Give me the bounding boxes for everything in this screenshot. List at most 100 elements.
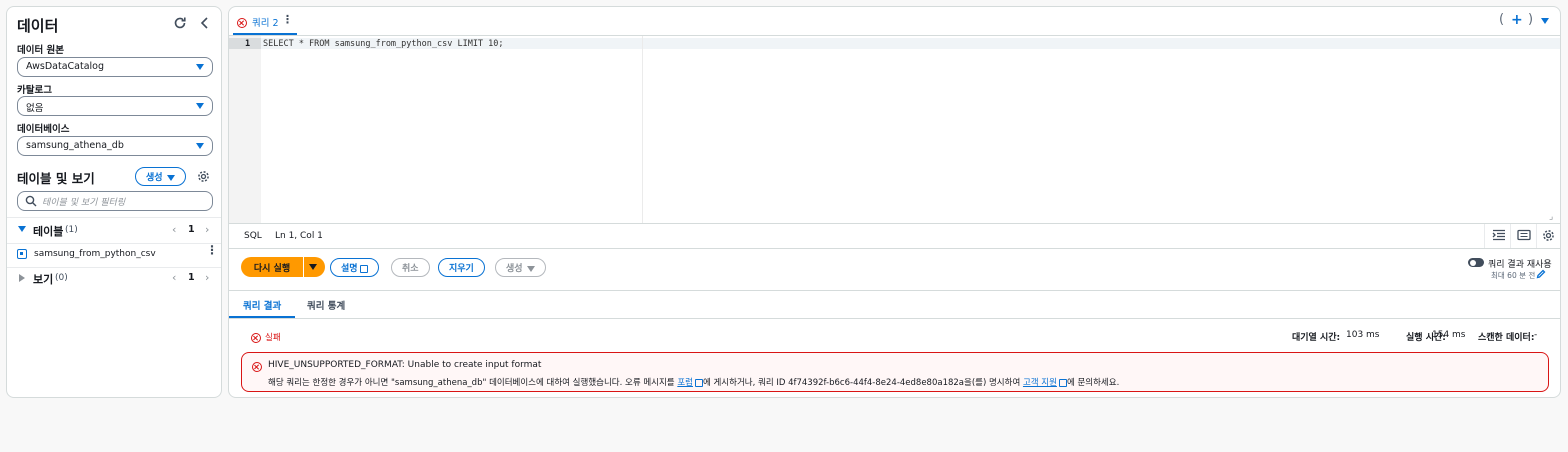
database-label: 데이터베이스 <box>17 124 70 135</box>
cancel-label: 취소 <box>402 264 419 274</box>
chevron-down-icon <box>196 103 204 109</box>
tables-label: 테이블 <box>33 225 64 238</box>
toggle-knob <box>1469 259 1476 266</box>
tab-query-stats[interactable]: 쿼리 통계 <box>295 291 361 318</box>
run-again-split-button: 다시 실행 <box>241 257 325 277</box>
divider <box>1510 224 1511 248</box>
error-icon <box>237 18 247 28</box>
clear-label: 지우기 <box>449 264 474 274</box>
tab-query-stats-label: 쿼리 통계 <box>307 301 346 312</box>
sql-text[interactable]: SELECT * FROM samsung_from_python_csv LI… <box>263 39 504 49</box>
line-number: 1 <box>245 39 251 49</box>
create-label: 생성 <box>146 173 163 183</box>
data-scanned-value: - <box>1534 330 1538 340</box>
cursor-position: Ln 1, Col 1 <box>275 231 323 241</box>
next-page-icon[interactable]: › <box>205 271 209 284</box>
create-dropdown-button[interactable]: 생성 <box>135 167 186 186</box>
refresh-icon[interactable] <box>173 16 187 30</box>
table-icon[interactable] <box>17 249 27 259</box>
editor-settings-icon[interactable] <box>1542 229 1555 242</box>
next-page-icon[interactable]: › <box>205 223 209 236</box>
caret-down-icon <box>526 265 535 272</box>
caret-right-icon <box>19 274 25 282</box>
error-icon <box>252 362 262 372</box>
resize-handle-icon[interactable]: ⌟ <box>1549 212 1553 222</box>
tab-query-results[interactable]: 쿼리 결과 <box>229 291 295 318</box>
add-tab-button[interactable]: + <box>1511 12 1523 28</box>
catalog-label: 카탈로그 <box>17 85 52 96</box>
data-panel: 데이터 데이터 원본 AwsDataCatalog 카탈로그 없음 데이터베이스… <box>6 6 222 398</box>
error-message-part2: 에 게시하거나, 쿼리 ID 4f74392f-b6c6-44f4-8e24-4… <box>702 378 1023 388</box>
divider <box>229 223 1560 224</box>
tables-section-header[interactable]: 테이블 (1) ‹ 1 › <box>7 220 221 240</box>
support-link[interactable]: 고객 지원 <box>1023 378 1057 388</box>
reuse-results-toggle[interactable] <box>1468 258 1484 267</box>
keyboard-icon[interactable] <box>1517 229 1531 241</box>
queue-time-value: 103 ms <box>1346 330 1380 340</box>
more-options-icon[interactable]: ⋮ <box>206 244 218 256</box>
tab-query-2[interactable]: 쿼리 2 ⋮ <box>229 7 297 35</box>
views-label: 보기 <box>33 273 54 286</box>
error-message: 해당 쿼리는 한정한 경우가 아니면 "samsung_athena_db" 데… <box>268 376 1119 388</box>
explain-label: 설명 <box>341 264 358 274</box>
tab-label: 쿼리 2 <box>252 18 279 29</box>
clear-button[interactable]: 지우기 <box>438 258 485 277</box>
split-divider <box>303 257 304 277</box>
format-query-icon[interactable] <box>1492 229 1506 241</box>
search-icon <box>25 195 37 207</box>
table-item[interactable]: samsung_from_python_csv ⋮ <box>7 244 221 265</box>
caret-down-icon <box>166 174 175 181</box>
external-link-icon <box>1058 378 1067 387</box>
collapse-panel-icon[interactable] <box>199 16 211 30</box>
create-button[interactable]: 생성 <box>495 258 546 277</box>
query-editor-panel: 쿼리 2 ⋮ ( + ) 1 SELECT * FROM samsung_fro… <box>228 6 1561 398</box>
database-select[interactable]: samsung_athena_db <box>17 136 213 156</box>
catalog-value: 없음 <box>26 103 44 114</box>
run-options-icon[interactable] <box>309 264 317 270</box>
error-icon <box>251 333 261 343</box>
divider <box>229 248 1560 249</box>
chevron-down-icon <box>196 143 204 149</box>
settings-icon[interactable] <box>197 170 210 183</box>
error-alert: HIVE_UNSUPPORTED_FORMAT: Unable to creat… <box>241 352 1549 392</box>
caret-down-icon <box>18 226 26 232</box>
tables-views-title: 테이블 및 보기 <box>17 171 95 186</box>
table-filter-input[interactable]: 테이블 및 보기 필터링 <box>17 191 213 211</box>
queue-time-label: 대기열 시간: <box>1292 333 1341 343</box>
error-message-part3: 에 문의하세요. <box>1066 378 1120 388</box>
error-message-part1: 해당 쿼리는 한정한 경우가 아니면 "samsung_athena_db" 데… <box>268 378 678 388</box>
reuse-results-sub: 최대 60 분 전 <box>1491 271 1536 280</box>
language-label: SQL <box>244 231 262 241</box>
chevron-down-icon <box>196 64 204 70</box>
prev-page-icon[interactable]: ‹ <box>172 223 176 236</box>
forum-link[interactable]: 포럼 <box>677 378 693 388</box>
divider <box>229 290 1560 291</box>
explain-button[interactable]: 설명 <box>330 258 379 277</box>
tabs-dropdown-icon[interactable] <box>1541 18 1549 24</box>
tab-menu-icon[interactable]: ⋮ <box>282 13 293 26</box>
run-again-button[interactable]: 다시 실행 <box>241 257 303 277</box>
table-icon-dot <box>20 252 23 255</box>
divider <box>7 243 221 244</box>
line-gutter <box>229 36 261 223</box>
sql-editor[interactable]: 1 SELECT * FROM samsung_from_python_csv … <box>229 36 1560 223</box>
print-margin <box>642 36 643 223</box>
tables-count: (1) <box>65 225 78 235</box>
error-title: HIVE_UNSUPPORTED_FORMAT: Unable to creat… <box>268 360 542 370</box>
data-scanned-label: 스캔한 데이터: <box>1478 333 1535 343</box>
divider <box>7 217 221 218</box>
views-page-number[interactable]: 1 <box>188 272 195 283</box>
edit-icon[interactable] <box>1536 269 1546 279</box>
views-count: (0) <box>55 273 68 283</box>
cancel-button[interactable]: 취소 <box>391 258 430 277</box>
views-section-header[interactable]: 보기 (0) ‹ 1 › <box>7 268 221 288</box>
prev-page-icon[interactable]: ‹ <box>172 271 176 284</box>
tables-page-number[interactable]: 1 <box>188 224 195 235</box>
data-source-select[interactable]: AwsDataCatalog <box>17 57 213 77</box>
create-action-label: 생성 <box>506 264 523 274</box>
catalog-select[interactable]: 없음 <box>17 96 213 116</box>
divider <box>1484 224 1485 248</box>
tabs-bracket-left: ( <box>1499 12 1505 27</box>
data-source-value: AwsDataCatalog <box>26 61 104 72</box>
external-link-icon <box>359 264 368 273</box>
